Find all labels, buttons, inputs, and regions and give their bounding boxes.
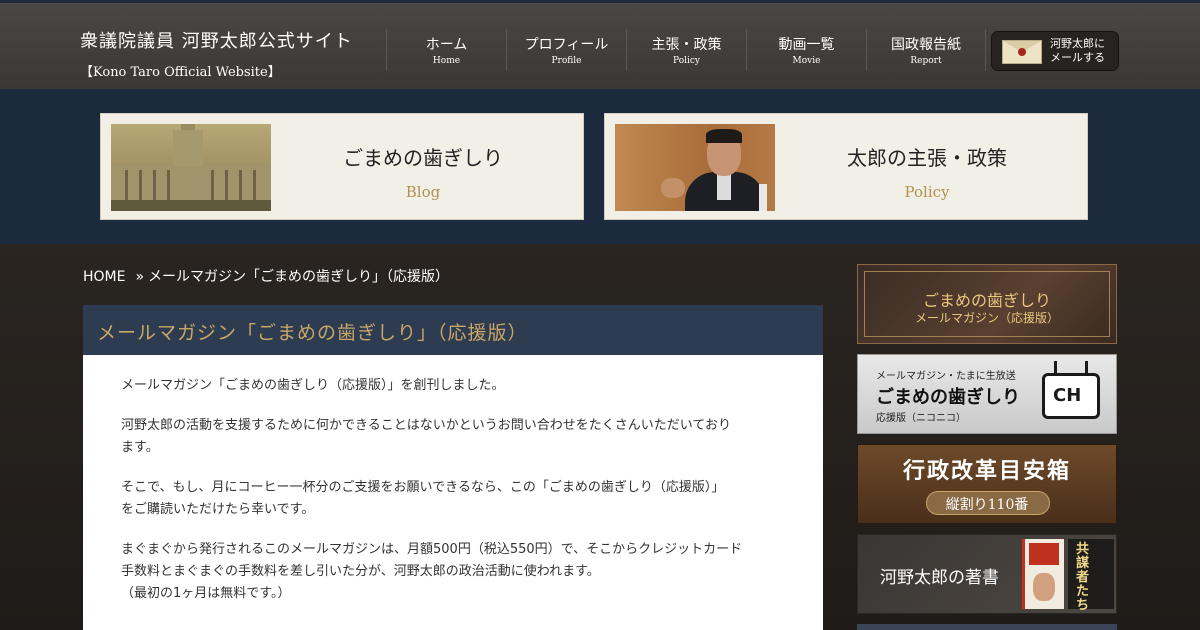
diet-building-photo: [111, 124, 271, 211]
banner-title: 行政改革目安箱: [902, 458, 1071, 484]
nav-label: ホーム: [425, 37, 468, 53]
article-title: メールマガジン「ごまめの歯ぎしり」（応援版）: [97, 322, 528, 344]
paragraph-line: 手数料とまぐまぐの手数料を差し引いた分が、河野太郎の政治活動に使われます。: [121, 564, 600, 579]
nav-item-home[interactable]: ホーム Home: [386, 29, 506, 71]
policy-banner[interactable]: 太郎の主張・政策 Policy: [604, 113, 1088, 220]
book-cover-image: [1022, 539, 1064, 609]
feature-banner-band: ごまめの歯ぎしり Blog 太郎の主張・政策 Policy: [0, 89, 1200, 244]
speaker-photo: [615, 124, 775, 211]
nav-sublabel: Report: [910, 56, 942, 66]
nav-sublabel: Home: [432, 56, 461, 66]
mail-contact-button[interactable]: 河野太郎に メールする: [991, 31, 1119, 71]
article-header: メールマガジン「ごまめの歯ぎしり」（応援版）: [83, 305, 823, 355]
article-paragraph: まぐまぐから発行されるこのメールマガジンは、月額500円（税込550円）で、そこ…: [121, 539, 785, 605]
niconico-channel-icon: CH: [1042, 373, 1100, 419]
nav-item-report[interactable]: 国政報告紙 Report: [866, 29, 986, 71]
envelope-icon: [1002, 40, 1042, 64]
main-nav: ホーム Home プロフィール Profile 主張・政策 Policy 動画一…: [386, 29, 986, 71]
mail-button-line1: 河野太郎に: [1050, 37, 1105, 50]
banner-title: 太郎の主張・政策: [847, 146, 1007, 170]
nav-item-movie[interactable]: 動画一覧 Movie: [746, 29, 866, 71]
nav-sublabel: Policy: [673, 56, 700, 66]
paragraph-line: をご購読いただけたら幸いです。: [121, 502, 315, 517]
nav-label: プロフィール: [524, 37, 609, 53]
article-paragraph: そこで、もし、月にコーヒー一杯分のご支援をお願いできるなら、この「ごまめの歯ぎし…: [121, 477, 785, 521]
article-paragraph: メールマガジン「ごまめの歯ぎしり（応援版）」を創刊しました。: [121, 375, 785, 397]
paragraph-line: ます。: [121, 440, 159, 455]
nav-item-profile[interactable]: プロフィール Profile: [506, 29, 626, 71]
mail-button-label: 河野太郎に メールする: [1050, 37, 1105, 65]
sidebar-niconico-banner[interactable]: メールマガジン・たまに生放送 ごまめの歯ぎしり 応援版（ニコニコ） CH: [857, 354, 1117, 434]
banner-title: ごまめの歯ぎしり: [876, 387, 1020, 408]
paragraph-line: そこで、もし、月にコーヒー一杯分のご支援をお願いできるなら、この「ごまめの歯ぎし…: [121, 480, 725, 495]
breadcrumb: HOME » メールマガジン「ごまめの歯ぎしり」（応援版）: [83, 266, 449, 286]
article-paragraph: 河野太郎の活動を支援するために何かできることはないかというお問い合わせをたくさん…: [121, 415, 785, 459]
book-cover-image: 共謀者たち: [1068, 539, 1114, 613]
sidebar-reform-box-banner[interactable]: 行政改革目安箱 縦割り110番: [857, 444, 1117, 524]
paragraph-line: （最初の1ヶ月は無料です。）: [121, 586, 291, 601]
paragraph-line: まぐまぐから発行されるこのメールマガジンは、月額500円（税込550円）で、そこ…: [121, 542, 743, 557]
banner-subtitle: メールマガジン（応援版）: [914, 311, 1059, 325]
site-header: 衆議院議員 河野太郎公式サイト 【Kono Taro Official Webs…: [0, 0, 1200, 89]
site-subtitle: 【Kono Taro Official Website】: [80, 65, 281, 80]
breadcrumb-current: メールマガジン「ごまめの歯ぎしり」（応援版）: [148, 269, 450, 285]
sidebar-books-banner[interactable]: 河野太郎の著書 共謀者たち: [857, 534, 1117, 614]
paragraph-line: 河野太郎の活動を支援するために何かできることはないかというお問い合わせをたくさん…: [121, 418, 731, 433]
banner-subtitle: 応援版（ニコニコ）: [876, 413, 966, 424]
sidebar-next-banner[interactable]: [857, 624, 1117, 630]
nav-label: 主張・政策: [651, 37, 722, 53]
banner-subtitle: Policy: [904, 183, 950, 201]
nav-label: 国政報告紙: [891, 37, 961, 53]
article-body: メールマガジン「ごまめの歯ぎしり（応援版）」を創刊しました。 河野太郎の活動を支…: [83, 355, 823, 630]
blog-banner[interactable]: ごまめの歯ぎしり Blog: [100, 113, 584, 220]
banner-subtitle: Blog: [405, 183, 441, 201]
breadcrumb-home-link[interactable]: HOME: [83, 269, 125, 285]
banner-title: ごまめの歯ぎしり: [922, 291, 1051, 310]
banner-top-text: メールマガジン・たまに生放送: [876, 371, 1016, 382]
nav-label: 動画一覧: [778, 37, 835, 53]
mail-button-line2: メールする: [1050, 51, 1105, 64]
nav-sublabel: Profile: [551, 56, 582, 66]
book-title: 共謀者たち: [1076, 542, 1090, 613]
banner-title: 河野太郎の著書: [880, 568, 999, 588]
paragraph-line: メールマガジン「ごまめの歯ぎしり（応援版）」を創刊しました。: [121, 378, 505, 393]
banner-subtitle: 縦割り110番: [945, 497, 1029, 513]
breadcrumb-separator: »: [135, 269, 145, 285]
sidebar-mail-magazine-banner[interactable]: ごまめの歯ぎしり メールマガジン（応援版）: [857, 264, 1117, 344]
channel-logo-text: CH: [1053, 385, 1082, 406]
site-title[interactable]: 衆議院議員 河野太郎公式サイト: [80, 27, 353, 53]
nav-item-policy[interactable]: 主張・政策 Policy: [626, 29, 746, 71]
nav-sublabel: Movie: [792, 56, 821, 66]
banner-title: ごまめの歯ぎしり: [343, 146, 503, 170]
